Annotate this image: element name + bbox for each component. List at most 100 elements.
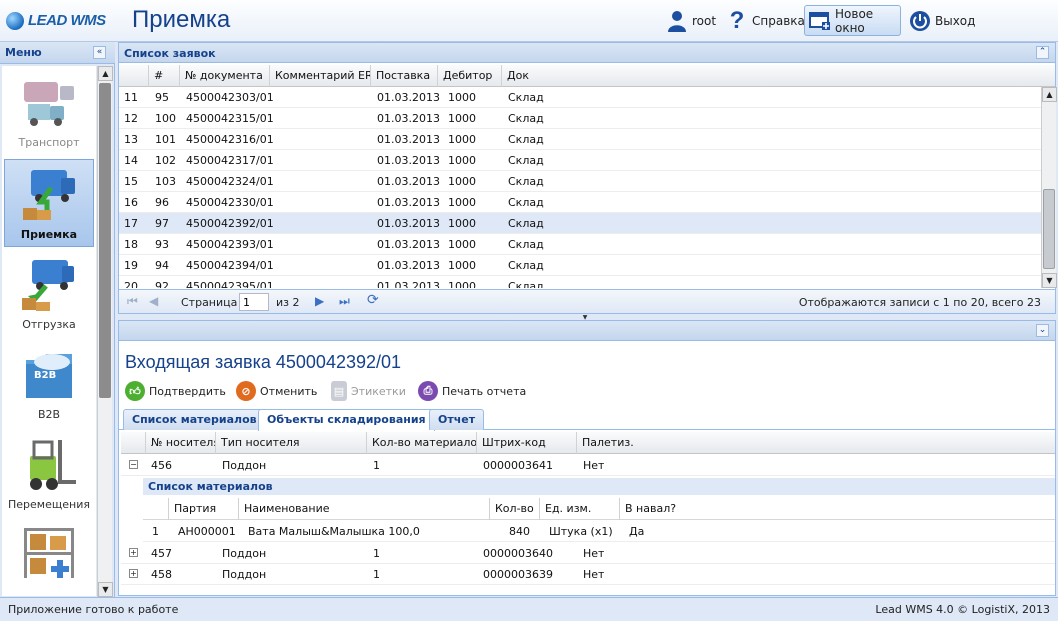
page-number-input[interactable]	[239, 293, 269, 311]
labels-button[interactable]: ▤ Этикетки	[331, 379, 406, 403]
column-header-bulk[interactable]: В навал?	[620, 498, 1055, 520]
collapse-row-icon[interactable]: −	[129, 460, 138, 469]
scroll-up-arrow-icon[interactable]: ▲	[1042, 87, 1057, 102]
column-header-unit[interactable]: Ед. изм.	[540, 498, 620, 520]
table-row[interactable]: − 456 Поддон 1 0000003641 Нет	[121, 455, 1055, 476]
row-debtor: 1000	[448, 91, 476, 104]
carrier-no: 458	[151, 568, 172, 581]
column-header-name[interactable]: Наименование	[239, 498, 490, 520]
table-row[interactable]: 16 96 4500042330/01 01.03.2013 1000 Скла…	[119, 192, 1041, 213]
sidebar-menu: Меню « Транспорт Приемка Отгрузка B2B B2…	[0, 42, 115, 597]
carrier-material-qty: 1	[373, 459, 380, 472]
table-row[interactable]: 11 95 4500042303/01 01.03.2013 1000 Скла…	[119, 87, 1041, 108]
detail-panel-header: ⌄	[119, 321, 1055, 341]
prev-page-icon[interactable]: ◀	[149, 294, 158, 308]
sidebar-header: Меню «	[0, 42, 115, 64]
collapse-sidebar-button[interactable]: «	[93, 46, 106, 59]
truck-icon	[20, 74, 78, 132]
scroll-up-arrow-icon[interactable]: ▲	[98, 66, 113, 81]
carrier-type: Поддон	[222, 547, 267, 560]
column-header-erp-comment[interactable]: Комментарий ERP	[270, 65, 371, 87]
table-row[interactable]: 14 102 4500042317/01 01.03.2013 1000 Скл…	[119, 150, 1041, 171]
carrier-material-qty: 1	[373, 547, 380, 560]
column-header-material-qty[interactable]: Кол-во материалов	[367, 432, 477, 454]
tab-report[interactable]: Отчет	[429, 409, 485, 430]
sidebar-item-storage[interactable]	[4, 518, 94, 596]
tab-storage-objects[interactable]: Объекты складирования	[258, 409, 435, 431]
column-header-debtor[interactable]: Дебитор	[438, 65, 502, 87]
next-page-icon[interactable]: ▶	[315, 294, 324, 308]
sidebar-item-shipping[interactable]: Отгрузка	[4, 250, 94, 338]
sidebar-item-transport[interactable]: Транспорт	[4, 68, 94, 156]
tab-materials[interactable]: Список материалов	[123, 409, 266, 430]
refresh-icon[interactable]: ⟳	[367, 292, 379, 308]
globe-icon	[6, 12, 24, 30]
column-header-delivery[interactable]: Поставка	[371, 65, 438, 87]
table-row-selected[interactable]: 17 97 4500042392/01 01.03.2013 1000 Скла…	[119, 213, 1041, 234]
confirm-button[interactable]: 👍︎ Подтвердить	[125, 379, 226, 403]
storage-rack-icon	[20, 524, 78, 582]
expand-row-icon[interactable]: +	[129, 569, 138, 578]
table-row[interactable]: + 457 Поддон 1 0000003640 Нет	[121, 543, 1055, 564]
table-row[interactable]: 15 103 4500042324/01 01.03.2013 1000 Скл…	[119, 171, 1041, 192]
column-header-palletized[interactable]: Палетиз.	[577, 432, 1055, 454]
new-window-button[interactable]: Новое окно	[804, 5, 901, 36]
sidebar-scrollbar[interactable]: ▲ ▼	[97, 66, 113, 597]
column-header-carrier-type[interactable]: Тип носителя	[216, 432, 367, 454]
column-header-batch[interactable]: Партия	[169, 498, 239, 520]
material-rownum: 1	[152, 525, 159, 538]
carrier-no: 457	[151, 547, 172, 560]
carrier-palletized: Нет	[583, 547, 605, 560]
splitter-grip-icon[interactable]: ▼	[573, 314, 597, 321]
orders-scroll-thumb[interactable]	[1043, 189, 1055, 269]
row-debtor: 1000	[448, 112, 476, 125]
last-page-icon[interactable]: ⏭	[339, 294, 350, 309]
print-report-button[interactable]: ⎙ Печать отчета	[418, 379, 526, 403]
power-icon	[909, 9, 931, 33]
detail-title: Входящая заявка 4500042392/01	[125, 352, 402, 372]
row-delivery: 01.03.2013	[377, 280, 440, 288]
table-row[interactable]: 20 92 4500042395/01 01.03.2013 1000 Скла…	[119, 276, 1041, 288]
scroll-down-arrow-icon[interactable]: ▼	[98, 582, 113, 597]
sidebar-scroll-thumb[interactable]	[99, 83, 111, 398]
row-number: 13	[124, 133, 138, 146]
row-document: 4500042315/01	[186, 112, 274, 125]
orders-grid-body: 11 95 4500042303/01 01.03.2013 1000 Скла…	[119, 87, 1041, 288]
column-header-dock[interactable]: Док	[502, 65, 1041, 87]
carrier-barcode: 0000003641	[483, 459, 553, 472]
row-debtor: 1000	[448, 133, 476, 146]
table-row[interactable]: 19 94 4500042394/01 01.03.2013 1000 Скла…	[119, 255, 1041, 276]
table-row[interactable]: + 458 Поддон 1 0000003639 Нет	[121, 564, 1055, 585]
page-count-label: из 2	[276, 296, 300, 309]
expand-row-icon[interactable]: +	[129, 548, 138, 557]
sidebar-item-b2b[interactable]: B2B B2B	[4, 340, 94, 428]
row-delivery: 01.03.2013	[377, 196, 440, 209]
row-number: 12	[124, 112, 138, 125]
column-header-document[interactable]: № документа	[180, 65, 270, 87]
new-window-label: Новое окно	[835, 6, 874, 35]
orders-scrollbar[interactable]: ▲ ▼	[1041, 87, 1057, 288]
column-header-carrier-no[interactable]: № носителя	[146, 432, 216, 454]
material-row[interactable]: 1 AH000001 Вата Малыш&Малышка 100,0 840 …	[143, 521, 1055, 542]
sidebar-item-transfers[interactable]: Перемещения	[4, 430, 94, 518]
row-delivery: 01.03.2013	[377, 154, 440, 167]
new-window-icon	[809, 9, 831, 33]
column-header-barcode[interactable]: Штрих-код	[477, 432, 577, 454]
orders-panel-header: Список заявок ⌃	[119, 43, 1055, 63]
first-page-icon[interactable]: ⏮	[127, 294, 138, 309]
row-debtor: 1000	[448, 175, 476, 188]
column-header-mat-qty[interactable]: Кол-во	[490, 498, 540, 520]
expand-detail-button[interactable]: ⌄	[1036, 324, 1049, 337]
column-header-id[interactable]: #	[149, 65, 180, 87]
table-row[interactable]: 12 100 4500042315/01 01.03.2013 1000 Скл…	[119, 108, 1041, 129]
table-row[interactable]: 18 93 4500042393/01 01.03.2013 1000 Скла…	[119, 234, 1041, 255]
user-button[interactable]: root	[662, 5, 720, 36]
sidebar-item-receiving[interactable]: Приемка	[4, 159, 94, 247]
scroll-down-arrow-icon[interactable]: ▼	[1042, 273, 1057, 288]
cancel-button[interactable]: ⊘ Отменить	[236, 379, 317, 403]
row-dock: Склад	[508, 217, 544, 230]
exit-button[interactable]: Выход	[905, 5, 979, 36]
collapse-orders-button[interactable]: ⌃	[1036, 46, 1049, 59]
table-row[interactable]: 13 101 4500042316/01 01.03.2013 1000 Скл…	[119, 129, 1041, 150]
help-button[interactable]: ? Справка	[722, 5, 809, 36]
